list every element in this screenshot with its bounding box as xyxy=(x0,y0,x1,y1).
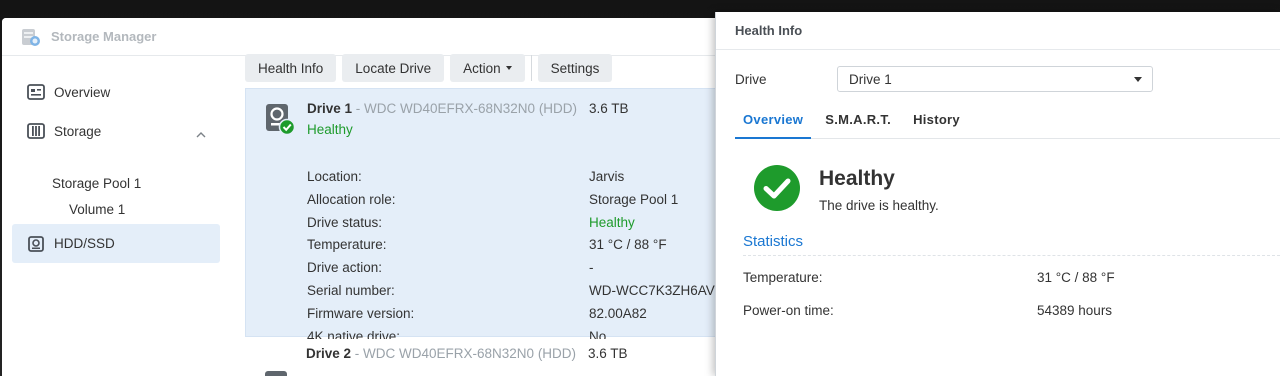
sidebar-item-storage-pool-1[interactable]: Storage Pool 1 xyxy=(52,176,141,191)
detail-label-temperature: Temperature: xyxy=(307,237,387,252)
drive-health-status: Healthy xyxy=(307,122,353,137)
detail-label-allocation-role: Allocation role: xyxy=(307,192,396,207)
detail-value-firmware-version: 82.00A82 xyxy=(589,306,647,321)
tab-bar: Overview S.M.A.R.T. History xyxy=(735,106,1280,139)
caret-down-icon xyxy=(505,66,512,70)
sidebar: Overview Storage Storage Pool 1 Volume 1… xyxy=(2,57,232,376)
storage-manager-app-icon xyxy=(20,26,42,48)
storage-icon xyxy=(26,121,46,141)
detail-value-allocation-role: Storage Pool 1 xyxy=(589,192,679,207)
detail-value-drive-status: Healthy xyxy=(589,215,635,230)
drive-card-selected[interactable]: Drive 1 - WDC WD40EFRX-68N32N0 (HDD) 3.6… xyxy=(245,88,723,344)
overview-icon xyxy=(26,82,46,102)
check-circle-icon xyxy=(753,164,801,217)
detail-label-drive-status: Drive status: xyxy=(307,215,383,230)
stat-value-power-on-time: 54389 hours xyxy=(1037,303,1113,318)
drive-name: Drive 2 xyxy=(306,346,352,361)
detail-label-location: Location: xyxy=(307,169,362,184)
toolbar-divider xyxy=(530,55,532,81)
status-description: The drive is healthy. xyxy=(819,198,939,213)
drive-select-value: Drive 1 xyxy=(849,71,892,87)
detail-label-drive-action: Drive action: xyxy=(307,260,383,275)
drive-title: Drive 1 - WDC WD40EFRX-68N32N0 (HDD) xyxy=(307,101,577,116)
drive-capacity: 3.6 TB xyxy=(588,346,628,361)
statistics-heading: Statistics xyxy=(743,233,804,250)
window-title: Storage Manager xyxy=(51,29,157,44)
drive-icon xyxy=(263,367,289,376)
detail-value-drive-action: - xyxy=(589,260,594,275)
action-dropdown-button[interactable]: Action xyxy=(450,54,525,82)
settings-button[interactable]: Settings xyxy=(537,54,613,82)
tab-overview[interactable]: Overview xyxy=(735,106,812,139)
drive-select[interactable]: Drive 1 xyxy=(837,66,1153,92)
sidebar-item-label: Storage xyxy=(54,123,102,139)
window-titlebar: Storage Manager xyxy=(2,18,718,56)
drive-name: Drive 1 xyxy=(307,101,353,116)
drive-title: Drive 2 - WDC WD40EFRX-68N32N0 (HDD) xyxy=(306,346,576,361)
drive-model: - WDC WD40EFRX-68N32N0 (HDD) xyxy=(352,101,578,116)
stat-label-temperature: Temperature: xyxy=(743,270,823,285)
hdd-icon xyxy=(26,234,46,254)
caret-down-icon xyxy=(1134,77,1142,82)
detail-label-serial-number: Serial number: xyxy=(307,283,395,298)
detail-value-serial-number: WD-WCC7K3ZH6AV1 xyxy=(589,283,723,298)
status-title: Healthy xyxy=(819,167,895,190)
health-info-button[interactable]: Health Info xyxy=(245,54,337,82)
drive-capacity: 3.6 TB xyxy=(589,101,629,116)
detail-value-location: Jarvis xyxy=(589,169,625,184)
tab-smart[interactable]: S.M.A.R.T. xyxy=(817,106,899,139)
detail-value-temperature: 31 °C / 88 °F xyxy=(589,237,667,252)
stat-value-temperature: 31 °C / 88 °F xyxy=(1037,270,1115,285)
divider xyxy=(743,255,1280,256)
chevron-up-icon[interactable] xyxy=(196,126,206,141)
stat-label-power-on-time: Power-on time: xyxy=(743,303,834,318)
drive-healthy-icon xyxy=(264,103,296,142)
health-info-panel: Health Info Drive Drive 1 Overview S.M.A… xyxy=(715,12,1280,376)
toolbar: Health Info Locate Drive Action Settings xyxy=(245,54,618,82)
action-button-label: Action xyxy=(463,60,501,76)
sidebar-item-overview[interactable]: Overview xyxy=(12,73,220,111)
sidebar-item-volume-1[interactable]: Volume 1 xyxy=(69,202,125,217)
panel-title: Health Info xyxy=(716,12,1280,50)
tab-history[interactable]: History xyxy=(905,106,968,139)
locate-drive-button[interactable]: Locate Drive xyxy=(342,54,445,82)
detail-label-firmware-version: Firmware version: xyxy=(307,306,415,321)
sidebar-item-hdd-ssd[interactable]: HDD/SSD xyxy=(12,224,220,263)
drive-select-label: Drive xyxy=(735,72,767,87)
sidebar-item-label: Overview xyxy=(54,84,111,100)
drive-model: - WDC WD40EFRX-68N32N0 (HDD) xyxy=(351,346,577,361)
sidebar-item-label: HDD/SSD xyxy=(54,236,115,251)
drive-card[interactable]: Drive 2 - WDC WD40EFRX-68N32N0 (HDD) 3.6… xyxy=(245,339,719,376)
sidebar-item-storage[interactable]: Storage xyxy=(12,112,220,150)
